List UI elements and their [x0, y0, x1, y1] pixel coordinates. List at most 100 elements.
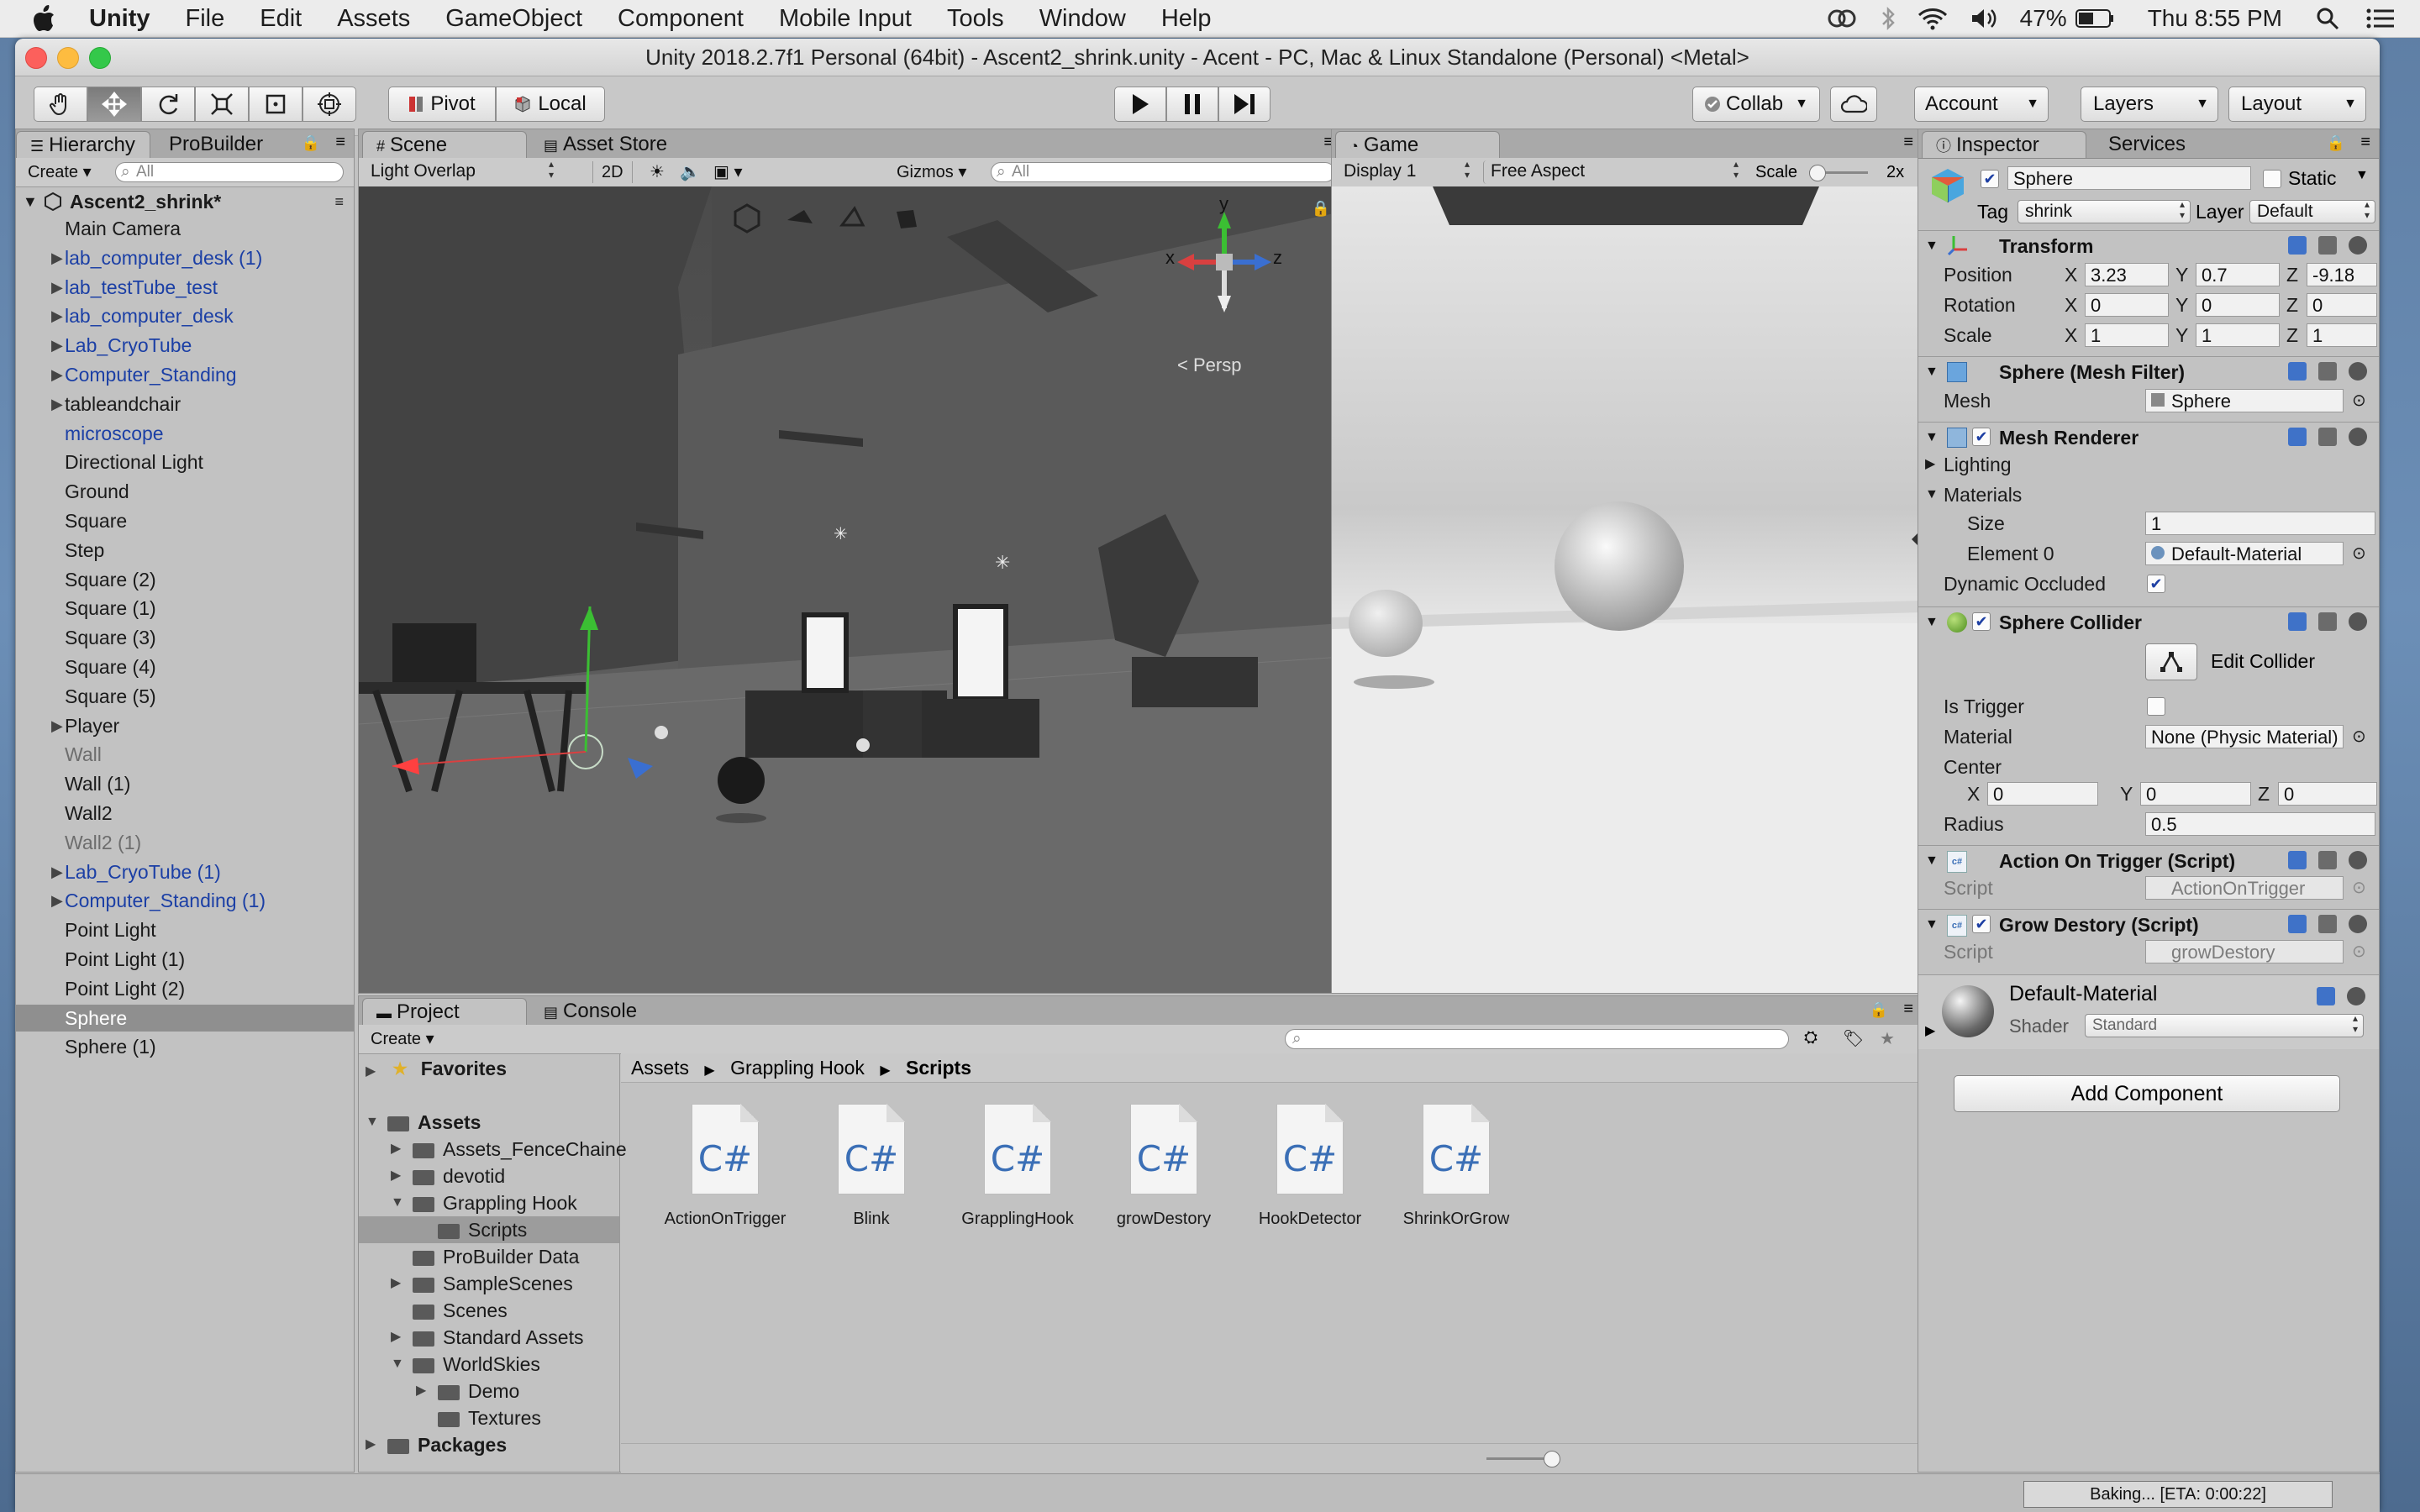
- fold-arrow-icon[interactable]: ▼: [1925, 846, 1939, 876]
- rotation-y-field[interactable]: 0: [2196, 293, 2280, 317]
- folder-tree-item[interactable]: ▶ devotid: [359, 1163, 619, 1189]
- gear-icon[interactable]: [2349, 428, 2367, 446]
- notification-center-icon[interactable]: [2366, 8, 2395, 29]
- tag-dropdown[interactable]: shrink: [2018, 199, 2191, 223]
- edit-collider-button[interactable]: [2145, 643, 2197, 680]
- object-picker-icon[interactable]: ⊙: [2352, 539, 2366, 568]
- menubar-clock[interactable]: Thu 8:55 PM: [2148, 5, 2282, 32]
- hierarchy-item[interactable]: Square (2): [16, 566, 354, 593]
- fold-arrow-icon[interactable]: ▼: [1925, 423, 1939, 453]
- hierarchy-item[interactable]: Sphere: [16, 1004, 354, 1032]
- layers-dropdown[interactable]: Layers ▼: [2081, 87, 2218, 122]
- expand-arrow-icon[interactable]: ▶: [391, 1324, 401, 1351]
- scene-audio-toggle[interactable]: 🔈: [671, 161, 709, 183]
- preset-sliders-icon[interactable]: [2318, 362, 2337, 381]
- folder-tree-item[interactable]: Scripts: [359, 1216, 619, 1243]
- expand-arrow-icon[interactable]: ▶: [51, 302, 63, 329]
- hierarchy-item[interactable]: ▶ lab_testTube_test: [16, 274, 354, 301]
- script-asset[interactable]: C# ShrinkOrGrow: [1389, 1104, 1523, 1229]
- gear-icon[interactable]: [2349, 851, 2367, 869]
- expand-arrow-icon[interactable]: ▶: [51, 361, 63, 388]
- lock-icon[interactable]: 🔒: [302, 134, 320, 152]
- position-x-field[interactable]: 3.23: [2085, 263, 2169, 286]
- expand-arrow-icon[interactable]: ▶: [391, 1163, 401, 1189]
- scene-effects-dropdown[interactable]: ▣ ▾: [705, 161, 751, 183]
- expand-arrow-icon[interactable]: ▶: [51, 274, 63, 301]
- help-book-icon[interactable]: [2288, 428, 2307, 446]
- hierarchy-item[interactable]: ▶ Computer_Standing: [16, 361, 354, 388]
- scene-menu-icon[interactable]: ≡: [334, 188, 344, 215]
- center-x-field[interactable]: 0: [1987, 782, 2098, 806]
- rotation-x-field[interactable]: 0: [2085, 293, 2169, 317]
- hierarchy-item[interactable]: Wall2: [16, 800, 354, 827]
- hierarchy-item[interactable]: ▶ Lab_CryoTube: [16, 332, 354, 359]
- scene-viewport[interactable]: ✳ ✳ y x z < Persp 🔒: [359, 186, 1342, 993]
- hierarchy-create-button[interactable]: Create ▾: [19, 161, 100, 183]
- folder-tree-item[interactable]: ▶ Standard Assets: [359, 1324, 619, 1351]
- fold-arrow-icon[interactable]: ▼: [1925, 231, 1939, 261]
- menu-window[interactable]: Window: [1039, 5, 1126, 33]
- menu-help[interactable]: Help: [1161, 5, 1212, 33]
- layout-dropdown[interactable]: Layout ▼: [2228, 87, 2366, 122]
- hierarchy-search-input[interactable]: ⌕ All: [115, 162, 344, 182]
- help-book-icon[interactable]: [2317, 987, 2335, 1005]
- folder-tree-item[interactable]: ▶ SampleScenes: [359, 1270, 619, 1297]
- hierarchy-item[interactable]: Point Light (1): [16, 946, 354, 973]
- preset-sliders-icon[interactable]: [2318, 612, 2337, 631]
- tab-services[interactable]: Services: [2095, 131, 2199, 158]
- scale-slider-thumb[interactable]: [1809, 165, 1826, 181]
- menu-edit[interactable]: Edit: [260, 5, 302, 33]
- fold-arrow-icon[interactable]: ▼: [1925, 910, 1939, 940]
- hierarchy-item[interactable]: Sphere (1): [16, 1033, 354, 1060]
- hierarchy-item[interactable]: ▶ Lab_CryoTube (1): [16, 858, 354, 885]
- gameobject-active-checkbox[interactable]: ✔: [1981, 170, 1999, 188]
- script-asset[interactable]: C# growDestory: [1097, 1104, 1231, 1229]
- rect-tool-button[interactable]: [249, 87, 302, 122]
- menu-app-unity[interactable]: Unity: [89, 5, 150, 33]
- gizmos-dropdown[interactable]: Gizmos ▾: [888, 161, 975, 183]
- element-0-object-field[interactable]: Default-Material: [2145, 542, 2344, 565]
- folder-tree-item[interactable]: ▶ Packages: [359, 1431, 619, 1458]
- expand-arrow-icon[interactable]: ▶: [51, 887, 63, 914]
- hierarchy-item[interactable]: Point Light (2): [16, 975, 354, 1002]
- tab-probuilder[interactable]: ProBuilder: [155, 131, 276, 158]
- panel-menu-icon[interactable]: ≡: [335, 133, 345, 152]
- object-picker-icon[interactable]: ⊙: [2352, 937, 2366, 966]
- collab-dropdown[interactable]: Collab ▼: [1692, 87, 1820, 122]
- collider-material-field[interactable]: None (Physic Material): [2145, 725, 2344, 748]
- expand-arrow-icon[interactable]: ▼: [391, 1351, 404, 1378]
- shading-mode-dropdown[interactable]: Light Overlap: [364, 159, 559, 184]
- position-y-field[interactable]: 0.7: [2196, 263, 2280, 286]
- breadcrumb-scripts[interactable]: Scripts: [906, 1057, 971, 1079]
- tab-scene[interactable]: # Scene: [362, 131, 527, 158]
- breadcrumb-grappling-hook[interactable]: Grappling Hook: [730, 1057, 865, 1079]
- folder-tree-item[interactable]: ▼ WorldSkies: [359, 1351, 619, 1378]
- rotate-tool-button[interactable]: [141, 87, 195, 122]
- gear-icon[interactable]: [2349, 362, 2367, 381]
- materials-size-field[interactable]: 1: [2145, 512, 2375, 535]
- expand-arrow-icon[interactable]: ▶: [51, 332, 63, 359]
- hierarchy-item[interactable]: Square (1): [16, 595, 354, 622]
- dynamic-occluded-checkbox[interactable]: ✔: [2147, 575, 2165, 593]
- pivot-toggle-button[interactable]: Pivot: [388, 87, 496, 122]
- display-dropdown[interactable]: Display 1: [1337, 159, 1475, 184]
- favorites-row[interactable]: ▶ ★ Favorites: [366, 1055, 507, 1082]
- help-book-icon[interactable]: [2288, 236, 2307, 255]
- hierarchy-item[interactable]: Square (3): [16, 624, 354, 651]
- preset-sliders-icon[interactable]: [2318, 915, 2337, 933]
- scene-search-input[interactable]: ⌕ All: [991, 162, 1335, 182]
- tab-game[interactable]: ◔ Game: [1335, 131, 1500, 158]
- spotlight-search-icon[interactable]: [2316, 7, 2339, 30]
- tab-console[interactable]: ▤ Console: [530, 998, 650, 1025]
- expand-arrow-icon[interactable]: ▶: [416, 1378, 426, 1404]
- apple-icon[interactable]: [32, 5, 55, 32]
- help-book-icon[interactable]: [2288, 851, 2307, 869]
- hierarchy-item[interactable]: Wall: [16, 741, 354, 768]
- expand-arrow-icon[interactable]: ▶: [51, 391, 63, 417]
- scene-lighting-toggle[interactable]: ☀: [641, 161, 673, 183]
- hand-tool-button[interactable]: [34, 87, 87, 122]
- fold-arrow-icon[interactable]: ▼: [1925, 607, 1939, 638]
- menu-gameobject[interactable]: GameObject: [445, 5, 582, 33]
- scene-root-row[interactable]: ▼ Ascent2_shrink* ≡: [16, 188, 354, 215]
- wifi-icon[interactable]: [1918, 7, 1948, 30]
